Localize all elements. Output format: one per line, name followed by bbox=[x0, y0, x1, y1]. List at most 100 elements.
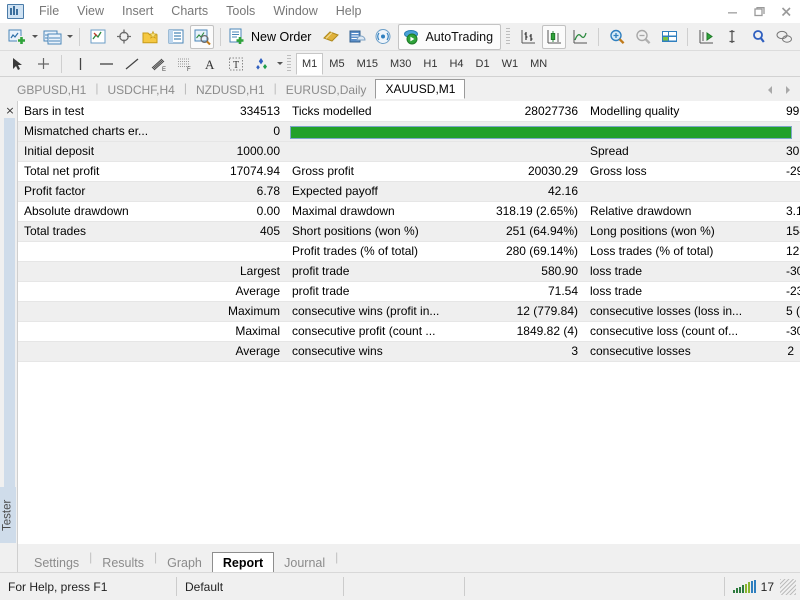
cell-label: Ticks modelled bbox=[286, 101, 476, 122]
table-row[interactable]: Bars in test 334513 Ticks modelled 28027… bbox=[18, 101, 800, 122]
metaeditor-icon[interactable] bbox=[319, 25, 343, 49]
grid-icon[interactable] bbox=[657, 25, 681, 49]
table-row[interactable]: Total net profit 17074.94 Gross profit 2… bbox=[18, 161, 800, 182]
menu-item-tools[interactable]: Tools bbox=[217, 1, 264, 21]
equidistant-channel-icon[interactable]: E bbox=[146, 52, 170, 76]
table-row[interactable]: Largest profit trade 580.90 loss trade -… bbox=[18, 261, 800, 282]
timeframe-m30[interactable]: M30 bbox=[384, 53, 417, 75]
bar-chart-icon[interactable] bbox=[516, 25, 540, 49]
table-row[interactable]: Maximum consecutive wins (profit in... 1… bbox=[18, 301, 800, 322]
menu-item-window[interactable]: Window bbox=[264, 1, 326, 21]
chart-tab-usdchf-h4[interactable]: USDCHF,H4 bbox=[98, 80, 183, 99]
signal-strength-icon bbox=[732, 580, 756, 593]
table-row[interactable]: Average consecutive wins 3 consecutive l… bbox=[18, 341, 800, 362]
chart-shift-icon[interactable] bbox=[720, 25, 744, 49]
chart-tab-xauusd-m1[interactable]: XAUUSD,M1 bbox=[375, 79, 466, 99]
timeframe-toolbar-grip[interactable] bbox=[287, 54, 291, 73]
toolbar-grip[interactable] bbox=[506, 27, 511, 46]
timeframe-w1[interactable]: W1 bbox=[496, 53, 525, 75]
vertical-line-icon[interactable] bbox=[68, 52, 92, 76]
table-row[interactable]: Absolute drawdown 0.00 Maximal drawdown … bbox=[18, 201, 800, 222]
profiles-dropdown-icon[interactable] bbox=[65, 25, 74, 49]
menu-item-charts[interactable]: Charts bbox=[162, 1, 217, 21]
cell-value: 71.54 bbox=[476, 281, 584, 302]
text-icon[interactable]: A bbox=[198, 52, 222, 76]
crosshair-icon[interactable] bbox=[112, 25, 136, 49]
autotrading-button[interactable]: AutoTrading bbox=[398, 23, 502, 50]
chart-tab-eurusd-daily[interactable]: EURUSD,Daily bbox=[277, 80, 376, 99]
menu-item-help[interactable]: Help bbox=[327, 1, 371, 21]
crosshair-icon[interactable] bbox=[31, 52, 55, 76]
status-profile[interactable]: Default bbox=[177, 573, 343, 600]
strategy-tester-icon[interactable] bbox=[190, 24, 214, 49]
close-icon[interactable]: × bbox=[4, 104, 16, 116]
tab-graph[interactable]: Graph bbox=[157, 553, 212, 573]
svg-text:T: T bbox=[233, 60, 239, 71]
timeframe-h1[interactable]: H1 bbox=[417, 53, 443, 75]
chart-tab-nzdusd-h1[interactable]: NZDUSD,H1 bbox=[187, 80, 274, 99]
zoom-out-icon[interactable] bbox=[631, 25, 655, 49]
trendline-icon[interactable] bbox=[120, 52, 144, 76]
objects-icon[interactable] bbox=[772, 25, 796, 49]
timeframe-mn[interactable]: MN bbox=[524, 53, 553, 75]
table-row[interactable]: Average profit trade 71.54 loss trade -2… bbox=[18, 281, 800, 302]
signals-icon[interactable] bbox=[371, 25, 395, 49]
timeframe-m5[interactable]: M5 bbox=[323, 53, 350, 75]
cursor-icon[interactable] bbox=[5, 52, 29, 76]
timeframe-h4[interactable]: H4 bbox=[443, 53, 469, 75]
navigator-icon[interactable] bbox=[138, 25, 162, 49]
tab-journal[interactable]: Journal bbox=[274, 553, 335, 573]
zoom-in-icon[interactable] bbox=[605, 25, 629, 49]
cell-label: Long positions (won %) bbox=[584, 221, 780, 242]
minimize-icon[interactable] bbox=[719, 1, 746, 21]
cell-label: Initial deposit bbox=[18, 141, 208, 162]
chart-tab-gbpusd-h1[interactable]: GBPUSD,H1 bbox=[8, 80, 95, 99]
cell-label: Profit factor bbox=[18, 181, 208, 202]
table-row[interactable]: Mismatched charts er... 0 bbox=[18, 121, 800, 142]
cell-value: 5 (-254.94) bbox=[780, 301, 800, 322]
tab-settings[interactable]: Settings bbox=[24, 553, 89, 573]
terminal-icon[interactable] bbox=[164, 25, 188, 49]
horizontal-line-icon[interactable] bbox=[94, 52, 118, 76]
timeframe-d1[interactable]: D1 bbox=[470, 53, 496, 75]
data-window-icon[interactable] bbox=[345, 25, 369, 49]
menu-item-view[interactable]: View bbox=[68, 1, 113, 21]
restore-icon[interactable] bbox=[746, 1, 773, 21]
candlestick-chart-icon[interactable] bbox=[542, 24, 567, 49]
table-row[interactable]: Total trades 405 Short positions (won %)… bbox=[18, 221, 800, 242]
tab-report[interactable]: Report bbox=[211, 552, 275, 573]
text-label-icon[interactable]: T bbox=[224, 52, 248, 76]
table-row[interactable]: Profit factor 6.78 Expected payoff 42.16 bbox=[18, 181, 800, 202]
scroll-right-icon[interactable] bbox=[780, 81, 796, 98]
fibonacci-icon[interactable]: F bbox=[172, 52, 196, 76]
market-watch-icon[interactable] bbox=[86, 25, 110, 49]
cell-value: -23.64 bbox=[780, 281, 800, 302]
svg-text:E: E bbox=[162, 67, 166, 72]
auto-scroll-icon[interactable] bbox=[694, 25, 718, 49]
cell-label bbox=[18, 321, 208, 342]
cell-label: profit trade bbox=[286, 261, 476, 282]
close-icon[interactable] bbox=[773, 1, 800, 21]
timeframe-m1[interactable]: M1 bbox=[296, 52, 324, 75]
cell-value: 30 bbox=[780, 141, 800, 162]
new-order-button[interactable]: New Order bbox=[249, 30, 318, 44]
cell-label: consecutive losses (loss in... bbox=[584, 301, 780, 322]
menu-item-insert[interactable]: Insert bbox=[113, 1, 162, 21]
timeframe-m15[interactable]: M15 bbox=[351, 53, 384, 75]
new-chart-icon[interactable] bbox=[5, 25, 29, 49]
line-chart-icon[interactable] bbox=[568, 25, 592, 49]
table-row[interactable]: Profit trades (% of total) 280 (69.14%) … bbox=[18, 241, 800, 262]
scroll-left-icon[interactable] bbox=[762, 81, 778, 98]
table-row[interactable]: Maximal consecutive profit (count ... 18… bbox=[18, 321, 800, 342]
new-chart-dropdown-icon[interactable] bbox=[30, 25, 39, 49]
new-order-icon[interactable] bbox=[227, 25, 248, 49]
resize-grip-icon[interactable] bbox=[780, 578, 796, 595]
table-row[interactable]: Initial deposit 1000.00 Spread 30 bbox=[18, 141, 800, 162]
status-connection[interactable]: 17 bbox=[725, 573, 800, 600]
shapes-dropdown-icon[interactable] bbox=[275, 52, 284, 76]
indicators-icon[interactable] bbox=[746, 25, 770, 49]
profiles-icon[interactable] bbox=[40, 25, 64, 49]
shapes-icon[interactable] bbox=[250, 52, 274, 76]
tab-results[interactable]: Results bbox=[92, 553, 154, 573]
menu-item-file[interactable]: File bbox=[30, 1, 68, 21]
